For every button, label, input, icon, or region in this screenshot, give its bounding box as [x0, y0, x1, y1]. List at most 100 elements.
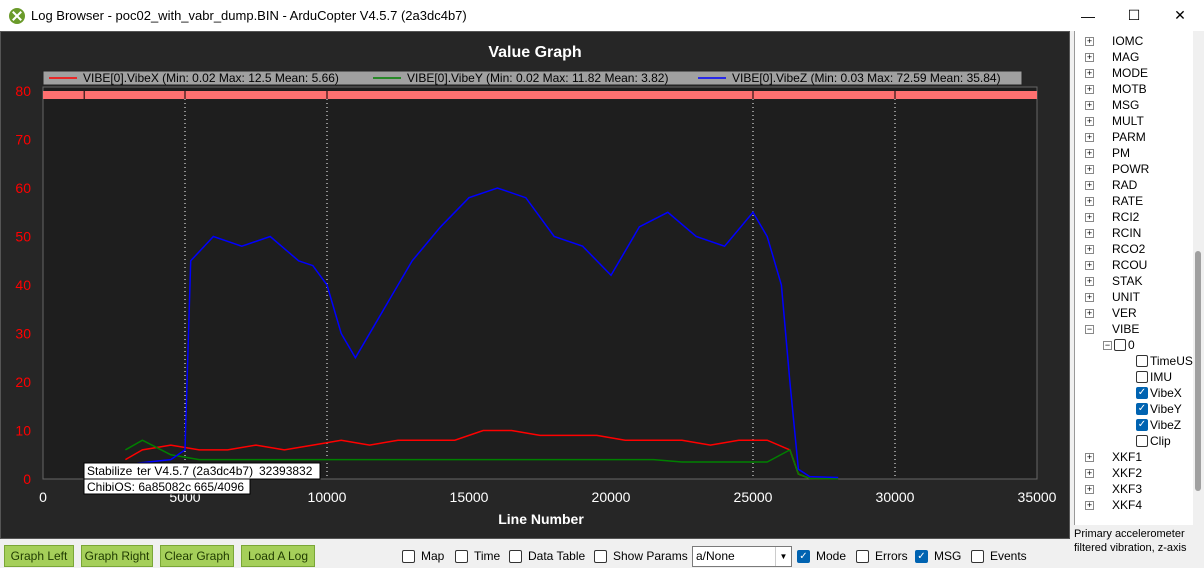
msg-checkbox[interactable]: ✓: [915, 549, 928, 563]
expand-icon[interactable]: +: [1085, 164, 1094, 174]
y-tick-label: 60: [15, 180, 31, 196]
tree-node[interactable]: + RCOU: [1085, 257, 1147, 273]
map-checkbox[interactable]: [402, 549, 415, 563]
time-option[interactable]: Time: [455, 549, 500, 563]
tree-node[interactable]: − VIBE: [1085, 321, 1139, 337]
tree-field-checkbox[interactable]: ✓: [1136, 419, 1148, 431]
expand-icon[interactable]: +: [1085, 228, 1094, 238]
expand-icon[interactable]: +: [1085, 116, 1094, 126]
collapse-icon[interactable]: −: [1085, 324, 1094, 334]
minimize-button[interactable]: —: [1065, 0, 1111, 31]
tree-node[interactable]: + UNIT: [1085, 289, 1140, 305]
tree-field[interactable]: IMU: [1136, 369, 1172, 385]
collapse-icon[interactable]: −: [1103, 340, 1112, 350]
mode-option[interactable]: ✓ Mode: [797, 549, 846, 563]
expand-icon[interactable]: +: [1085, 276, 1094, 286]
tree-node[interactable]: + STAK: [1085, 273, 1142, 289]
tree-node[interactable]: + PARM: [1085, 129, 1146, 145]
tree-node[interactable]: + RCO2: [1085, 241, 1145, 257]
tree-node[interactable]: + POWR: [1085, 161, 1149, 177]
tree-node-label: MODE: [1112, 66, 1148, 80]
expand-icon[interactable]: +: [1085, 500, 1094, 510]
expand-icon[interactable]: +: [1085, 260, 1094, 270]
log-field-tree[interactable]: + IOMC + MAG + MODE + MOTB + MSG + MULT + PARM + PM + POW…: [1074, 31, 1204, 525]
tree-field-label: IMU: [1150, 370, 1172, 384]
tree-instance[interactable]: −0: [1103, 337, 1135, 353]
tree-node[interactable]: + MSG: [1085, 97, 1139, 113]
expand-icon[interactable]: +: [1085, 244, 1094, 254]
tree-node[interactable]: + MODE: [1085, 65, 1148, 81]
expand-icon[interactable]: +: [1085, 292, 1094, 302]
expand-icon[interactable]: +: [1085, 36, 1094, 46]
tree-node[interactable]: + XKF1: [1085, 449, 1142, 465]
tree-node[interactable]: + PM: [1085, 145, 1130, 161]
mode-checkbox[interactable]: ✓: [797, 549, 810, 563]
tree-node-label: IOMC: [1112, 34, 1144, 48]
map-option[interactable]: Map: [402, 549, 444, 563]
tree-checkbox[interactable]: [1114, 339, 1126, 351]
tree-field-checkbox[interactable]: ✓: [1136, 403, 1148, 415]
expand-icon[interactable]: +: [1085, 212, 1094, 222]
msg-option[interactable]: ✓ MSG: [915, 549, 961, 563]
close-button[interactable]: ✕: [1157, 0, 1203, 31]
tree-node[interactable]: + RAD: [1085, 177, 1137, 193]
tree-node[interactable]: + RCIN: [1085, 225, 1141, 241]
tree-field-checkbox[interactable]: [1136, 435, 1148, 447]
tree-field[interactable]: TimeUS: [1136, 353, 1193, 369]
tree-node[interactable]: + IOMC: [1085, 33, 1143, 49]
mode-select[interactable]: a/None ▼: [692, 546, 792, 567]
tree-field-checkbox[interactable]: [1136, 355, 1148, 367]
tree-node[interactable]: + MAG: [1085, 49, 1139, 65]
errors-checkbox[interactable]: [856, 549, 869, 563]
clear-graph-button[interactable]: Clear Graph: [160, 545, 234, 567]
value-graph-chart[interactable]: Value Graph VIBE[0].VibeX (Min: 0.02 Max…: [1, 32, 1069, 538]
tree-field[interactable]: ✓ VibeY: [1136, 401, 1182, 417]
show-params-checkbox[interactable]: [594, 549, 607, 563]
tooltip-text-1b: ter V4.5.7 (2a3dc4b7): [137, 464, 253, 478]
errors-option[interactable]: Errors: [856, 549, 908, 563]
field-description: Primary accelerometer filtered vibration…: [1074, 527, 1204, 555]
show-params-option[interactable]: Show Params: [594, 549, 688, 563]
data-table-option[interactable]: Data Table: [509, 549, 585, 563]
tree-node[interactable]: + XKF2: [1085, 465, 1142, 481]
tree-node[interactable]: + RATE: [1085, 193, 1143, 209]
tree-field-label: VibeZ: [1150, 418, 1182, 432]
chevron-down-icon[interactable]: ▼: [775, 547, 791, 566]
graph-left-button[interactable]: Graph Left: [4, 545, 74, 567]
expand-icon[interactable]: +: [1085, 452, 1094, 462]
tree-node[interactable]: + RCI2: [1085, 209, 1139, 225]
tree-node[interactable]: + VER: [1085, 305, 1137, 321]
events-option[interactable]: Events: [971, 549, 1027, 563]
tree-scrollbar[interactable]: [1193, 31, 1204, 525]
tree-node[interactable]: + XKF3: [1085, 481, 1142, 497]
expand-icon[interactable]: +: [1085, 196, 1094, 206]
tree-node[interactable]: + MOTB: [1085, 81, 1147, 97]
load-log-button[interactable]: Load A Log: [241, 545, 315, 567]
tree-field[interactable]: ✓ VibeZ: [1136, 417, 1181, 433]
events-checkbox[interactable]: [971, 549, 984, 563]
expand-icon[interactable]: +: [1085, 484, 1094, 494]
expand-icon[interactable]: +: [1085, 308, 1094, 318]
tree-field-checkbox[interactable]: ✓: [1136, 387, 1148, 399]
tree-field[interactable]: ✓ VibeX: [1136, 385, 1182, 401]
value-graph-panel[interactable]: Value Graph VIBE[0].VibeX (Min: 0.02 Max…: [0, 31, 1070, 539]
tree-node[interactable]: + XKF4: [1085, 497, 1142, 513]
expand-icon[interactable]: +: [1085, 100, 1094, 110]
maximize-button[interactable]: ☐: [1111, 0, 1157, 31]
tooltip-text-2b: 665/4096: [194, 480, 244, 494]
expand-icon[interactable]: +: [1085, 68, 1094, 78]
expand-icon[interactable]: +: [1085, 148, 1094, 158]
expand-icon[interactable]: +: [1085, 180, 1094, 190]
data-table-checkbox[interactable]: [509, 549, 522, 563]
tree-node[interactable]: + MULT: [1085, 113, 1144, 129]
expand-icon[interactable]: +: [1085, 52, 1094, 62]
map-label: Map: [421, 549, 445, 563]
tree-scrollbar-thumb[interactable]: [1195, 251, 1201, 491]
graph-right-button[interactable]: Graph Right: [81, 545, 153, 567]
expand-icon[interactable]: +: [1085, 84, 1094, 94]
tree-field[interactable]: Clip: [1136, 433, 1171, 449]
time-checkbox[interactable]: [455, 549, 468, 563]
expand-icon[interactable]: +: [1085, 132, 1094, 142]
tree-field-checkbox[interactable]: [1136, 371, 1148, 383]
expand-icon[interactable]: +: [1085, 468, 1094, 478]
